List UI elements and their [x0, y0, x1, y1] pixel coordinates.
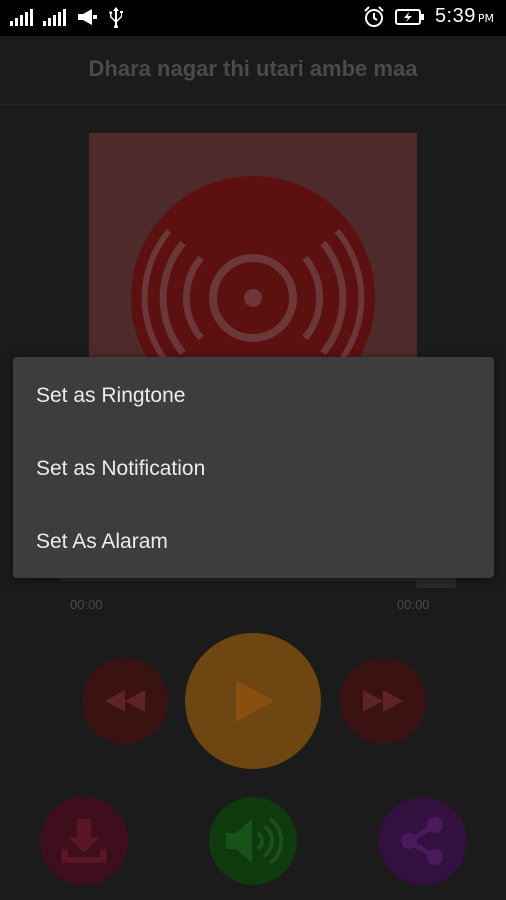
share-icon: [401, 817, 443, 865]
play-button[interactable]: [185, 633, 321, 769]
song-title: Dhara nagar thi utari ambe maa: [88, 56, 418, 81]
download-icon: [62, 819, 106, 863]
fast-forward-icon: [363, 690, 403, 712]
rewind-button[interactable]: [82, 658, 168, 744]
music-disc-icon: [131, 176, 375, 373]
usb-icon: [109, 7, 123, 28]
status-ampm: PM: [477, 12, 494, 25]
fast-forward-button[interactable]: [340, 658, 426, 744]
status-right: 5:39 PM: [363, 5, 494, 28]
volume-button[interactable]: [209, 797, 297, 885]
seek-bar[interactable]: [60, 578, 440, 581]
play-icon: [236, 680, 274, 722]
alarm-icon: [364, 5, 384, 27]
status-left: [10, 6, 124, 28]
status-clock: 5:39 PM: [435, 5, 494, 28]
download-button[interactable]: [40, 797, 128, 885]
battery-charging-icon: [394, 8, 424, 25]
rewind-icon: [105, 690, 145, 712]
status-time: 5:39: [434, 5, 476, 27]
current-time: 00:00: [70, 597, 103, 612]
album-art: [89, 133, 417, 373]
megaphone-icon: [78, 9, 97, 25]
share-button[interactable]: [379, 797, 467, 885]
menu-item-set-ringtone[interactable]: Set as Ringtone: [13, 359, 494, 432]
signal-icon: [10, 8, 33, 26]
volume-icon: [226, 817, 284, 865]
total-time: 00:00: [397, 597, 430, 612]
status-bar: 5:39 PM: [0, 0, 506, 36]
title-divider: [0, 104, 506, 105]
signal-icon: [43, 8, 66, 26]
menu-item-set-alarm[interactable]: Set As Alaram: [13, 505, 494, 578]
ringtone-options-menu: Set as Ringtone Set as Notification Set …: [13, 357, 494, 578]
menu-item-set-notification[interactable]: Set as Notification: [13, 432, 494, 505]
